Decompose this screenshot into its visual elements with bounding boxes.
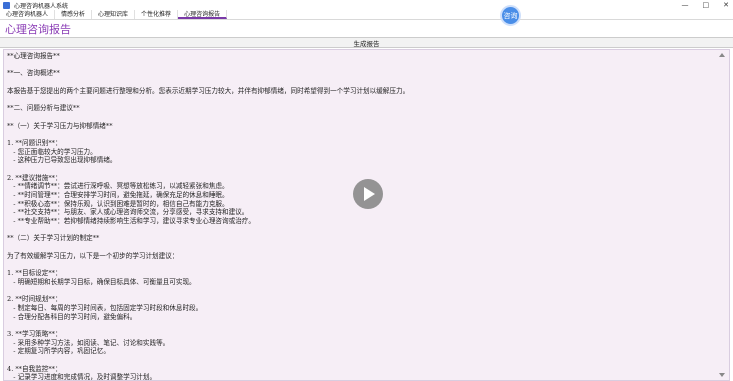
menu-item-recommend[interactable]: 个性化推荐 (135, 10, 179, 19)
report-line (7, 226, 713, 235)
report-line: 3. **学习策略**： (7, 330, 62, 338)
app-icon (3, 1, 10, 9)
report-line: 2. **时间规划**： (7, 295, 62, 304)
report-line: - 合理分配各科目的学习时间，避免偏科。 (7, 312, 137, 321)
report-line: - 制定每日、每周的学习时间表，包括固定学习时段和休息时段。 (7, 303, 203, 312)
scroll-down-icon[interactable] (719, 373, 725, 377)
report-line (7, 287, 713, 296)
maximize-icon[interactable]: □ (703, 1, 710, 9)
report-line: 1. **问题识别**： (7, 138, 62, 147)
report-line (7, 243, 713, 252)
report-line: **（一）关于学习压力与抑郁情绪** (7, 121, 113, 130)
report-line (7, 130, 713, 139)
report-line: **一、咨询概述** (7, 69, 60, 78)
window-title: 心理咨询机器人系统 (14, 2, 69, 10)
menu-item-chatbot[interactable]: 心理咨询机器人 (0, 10, 56, 19)
play-button[interactable] (353, 179, 383, 209)
report-line: - **社交支持**：与朋友、家人或心理咨询师交流，分享感受，寻求支持和建议。 (7, 208, 249, 217)
report-line: - 明确短期和长期学习目标，确保目标具体、可衡量且可实现。 (7, 277, 196, 286)
report-line (7, 356, 713, 365)
window-titlebar: 心理咨询机器人系统 — □ ✕ (0, 0, 733, 10)
report-line (7, 78, 713, 87)
menu-item-knowledge[interactable]: 心理知识库 (92, 10, 136, 19)
menu-item-report[interactable]: 心理咨询报告 (178, 10, 228, 19)
report-line: - 记录学习进度和完成情况，及时调整学习计划。 (7, 373, 157, 381)
report-line: - 这种压力已导致您出现抑郁情绪。 (7, 156, 117, 165)
report-line: 为了有效缓解学习压力，以下是一个初步的学习计划建议： (7, 251, 179, 260)
minimize-icon[interactable]: — (682, 1, 689, 9)
report-text-area[interactable]: **心理咨询报告** **一、咨询概述** 本报告基于您提出的两个主要问题进行整理和… (3, 49, 730, 381)
play-icon (364, 187, 375, 201)
menu-item-sentiment[interactable]: 情感分析 (55, 10, 93, 19)
report-line (7, 113, 713, 122)
window-controls: — □ ✕ (682, 0, 730, 10)
header (0, 20, 733, 36)
report-line: - 采用多种学习方法，如阅读、笔记、讨论和实践等。 (7, 338, 170, 347)
report-content: **心理咨询报告** **一、咨询概述** 本报告基于您提出的两个主要问题进行整理和… (7, 52, 713, 381)
menu-bar: 心理咨询机器人 情感分析 心理知识库 个性化推荐 心理咨询报告 (0, 10, 733, 20)
report-line (7, 95, 713, 104)
report-line: - **专业帮助**：若抑郁情绪持续影响生活和学习，建议寻求专业心理咨询或治疗。 (7, 217, 255, 226)
report-line: - 定期复习所学内容，巩固记忆。 (7, 347, 110, 356)
report-line: - 您正面临较大的学习压力。 (7, 147, 97, 156)
report-line: 本报告基于您提出的两个主要问题进行整理和分析。您表示近期学习压力较大，并伴有抑郁… (7, 86, 410, 95)
scroll-up-icon[interactable] (719, 53, 725, 57)
report-line (7, 261, 713, 270)
report-line: 1. **目标设定**： (7, 269, 62, 278)
report-line: **（二）关于学习计划的制定** (7, 234, 100, 243)
report-line (7, 61, 713, 70)
avatar[interactable]: 咨询 (500, 5, 521, 26)
report-line: **二、问题分析与建议** (7, 104, 80, 113)
page-title: 心理咨询报告 (5, 23, 71, 36)
report-line (7, 165, 713, 174)
report-line (7, 321, 713, 330)
scrollbar[interactable] (716, 50, 728, 380)
report-line: **心理咨询报告** (7, 52, 60, 60)
generate-report-button[interactable]: 生成报告 (0, 37, 733, 48)
close-icon[interactable]: ✕ (723, 1, 729, 9)
